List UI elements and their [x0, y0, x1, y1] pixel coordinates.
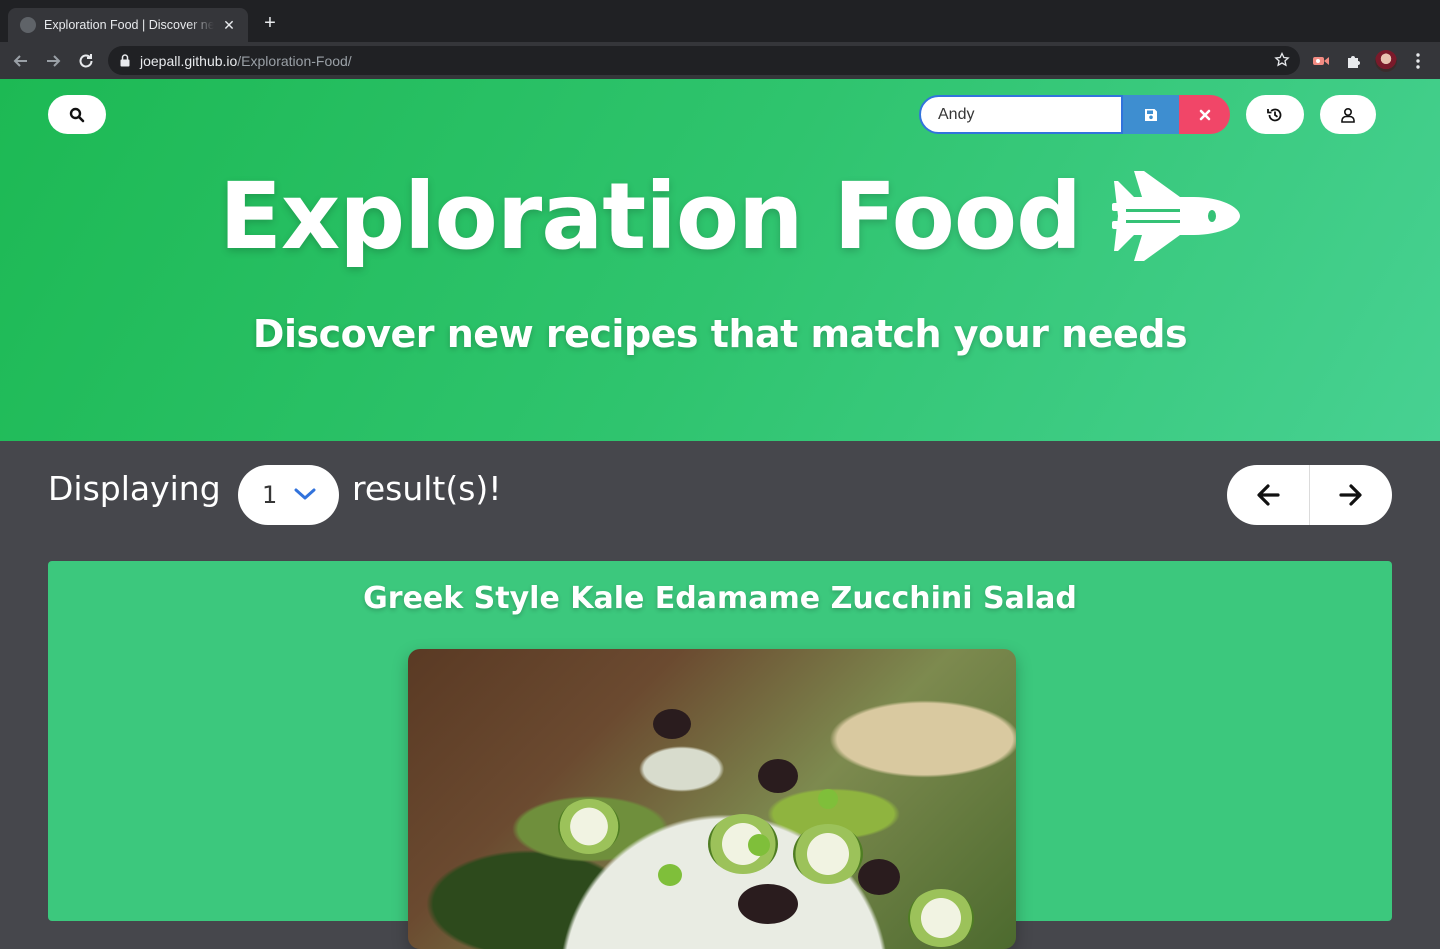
pagination-control [1227, 465, 1392, 525]
clear-button[interactable] [1179, 95, 1230, 134]
back-icon[interactable] [8, 48, 34, 74]
close-icon [1199, 109, 1210, 120]
bookmark-star-icon[interactable] [1274, 52, 1290, 68]
extension-record-icon[interactable] [1311, 51, 1331, 71]
history-icon [1267, 108, 1282, 121]
arrow-right-icon [1339, 484, 1362, 506]
next-page-button[interactable] [1309, 465, 1392, 525]
hero-section: Exploration Food Discover new recipes th… [0, 79, 1440, 441]
edamame-shape [658, 864, 682, 886]
results-count-select[interactable]: 1 [238, 465, 339, 525]
extensions-puzzle-icon[interactable] [1344, 51, 1364, 71]
cucumber-shape [793, 824, 863, 884]
new-tab-icon[interactable]: + [258, 12, 282, 36]
address-bar[interactable]: joepall.github.io/Exploration-Food/ [108, 46, 1300, 75]
search-icon [69, 107, 85, 122]
previous-page-button[interactable] [1227, 465, 1309, 525]
url-host: joepall.github.io [140, 52, 238, 69]
results-count-value: 1 [262, 481, 278, 509]
cucumber-shape [558, 799, 620, 854]
recipe-title[interactable]: Greek Style Kale Edamame Zucchini Salad [48, 581, 1392, 616]
user-icon [1341, 107, 1355, 123]
edamame-shape [748, 834, 770, 856]
profile-avatar[interactable] [1375, 50, 1397, 72]
page-title: Exploration Food [219, 163, 1082, 270]
chevron-down-icon [294, 488, 316, 500]
search-button[interactable] [48, 95, 106, 134]
save-icon [1145, 108, 1157, 121]
recipe-card[interactable]: Greek Style Kale Edamame Zucchini Salad [48, 561, 1392, 949]
menu-dots-icon[interactable] [1408, 51, 1428, 71]
olive-shape [858, 859, 900, 895]
reload-icon[interactable] [73, 48, 99, 74]
browser-tab[interactable]: Exploration Food | Discover new recipes … [8, 8, 248, 42]
results-suffix: result(s)! [352, 469, 502, 508]
history-button[interactable] [1246, 95, 1304, 134]
space-shuttle-icon [1112, 171, 1240, 261]
browser-tab-bar: Exploration Food | Discover new recipes … [0, 0, 1440, 42]
lock-icon [120, 54, 130, 67]
browser-toolbar: joepall.github.io/Exploration-Food/ [0, 42, 1440, 79]
tab-title: Exploration Food | Discover new recipes … [44, 18, 214, 32]
name-input[interactable] [919, 95, 1123, 134]
edamame-shape [818, 789, 838, 809]
save-button[interactable] [1123, 95, 1179, 134]
tab-close-icon[interactable]: ✕ [220, 17, 238, 34]
olive-shape [758, 759, 798, 793]
forward-icon[interactable] [40, 48, 66, 74]
arrow-left-icon [1257, 484, 1280, 506]
results-prefix: Displaying [48, 469, 221, 508]
user-button[interactable] [1320, 95, 1376, 134]
hero-subtitle: Discover new recipes that match your nee… [252, 312, 1188, 356]
url-path: /Exploration-Food/ [237, 52, 352, 69]
olive-shape [738, 884, 798, 924]
recipe-image[interactable] [408, 649, 1016, 949]
olive-shape [653, 709, 691, 739]
globe-icon [20, 17, 36, 33]
cucumber-shape [908, 889, 974, 947]
name-save-group [919, 95, 1230, 134]
